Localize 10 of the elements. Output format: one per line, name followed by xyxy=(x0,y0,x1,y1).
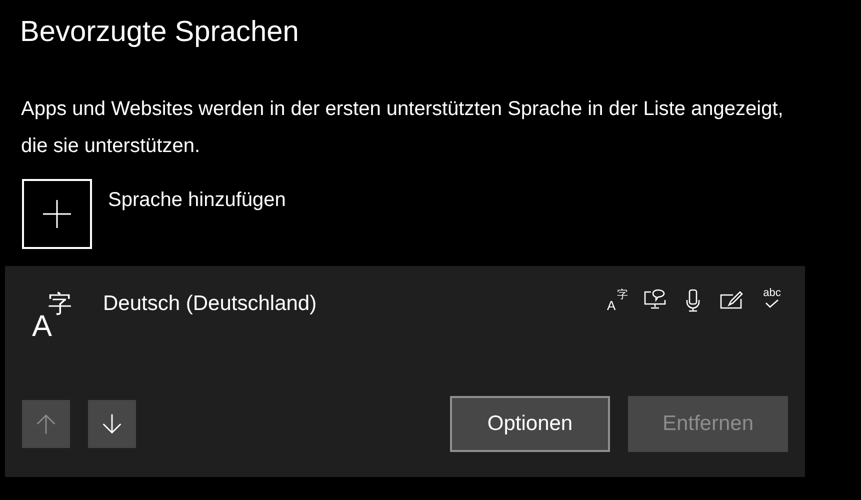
language-name: Deutsch (Deutschland) xyxy=(103,291,317,317)
description-text: Apps und Websites werden in der ersten unterstützten Sprache in der Liste angezeigt, die sie unterstützen. xyxy=(21,97,784,159)
options-button[interactable]: Optionen xyxy=(450,396,610,452)
language-icon: A 字 xyxy=(605,288,629,312)
language-icon: A 字 xyxy=(32,292,84,344)
add-language-button[interactable] xyxy=(22,179,92,249)
add-language-label[interactable]: Sprache hinzufügen xyxy=(108,185,286,215)
plus-icon xyxy=(42,199,72,229)
page-title: Bevorzugte Sprachen xyxy=(19,15,300,50)
move-down-button[interactable] xyxy=(88,400,136,448)
